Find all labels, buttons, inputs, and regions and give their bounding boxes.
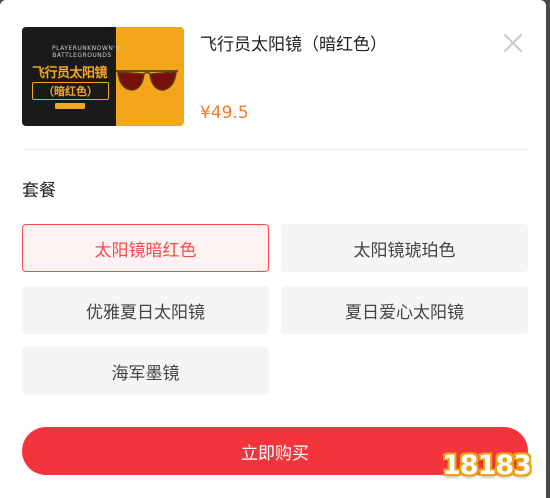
close-icon[interactable] — [500, 30, 526, 56]
options-label: 套餐 — [22, 181, 56, 201]
watermark-logo: 18183 — [442, 450, 532, 481]
purchase-sheet: PLAYERUNKNOWN'S BATTLEGROUNDS 飞行员太阳镜 （暗红… — [0, 0, 546, 498]
option-amber-sunglasses[interactable]: 太阳镜琥珀色 — [281, 224, 528, 272]
divider — [22, 149, 528, 150]
option-navy-sunglasses[interactable]: 海军墨镜 — [22, 347, 269, 395]
product-title: 飞行员太阳镜（暗红色） — [200, 35, 387, 55]
option-dark-red-sunglasses[interactable]: 太阳镜暗红色 — [22, 224, 269, 272]
option-elegant-summer-sunglasses[interactable]: 优雅夏日太阳镜 — [22, 286, 269, 334]
sunglasses-icon — [116, 70, 178, 91]
thumbnail-title: 飞行员太阳镜 — [31, 66, 108, 81]
thumbnail-tagline: PLAYERUNKNOWN'S BATTLEGROUNDS — [52, 45, 120, 59]
thumbnail-subtitle: （暗红色） — [32, 82, 109, 100]
product-price: ¥49.5 — [200, 103, 249, 123]
option-summer-heart-sunglasses[interactable]: 夏日爱心太阳镜 — [281, 286, 528, 334]
product-thumbnail: PLAYERUNKNOWN'S BATTLEGROUNDS 飞行员太阳镜 （暗红… — [22, 27, 184, 126]
thumbnail-bar — [55, 103, 85, 109]
